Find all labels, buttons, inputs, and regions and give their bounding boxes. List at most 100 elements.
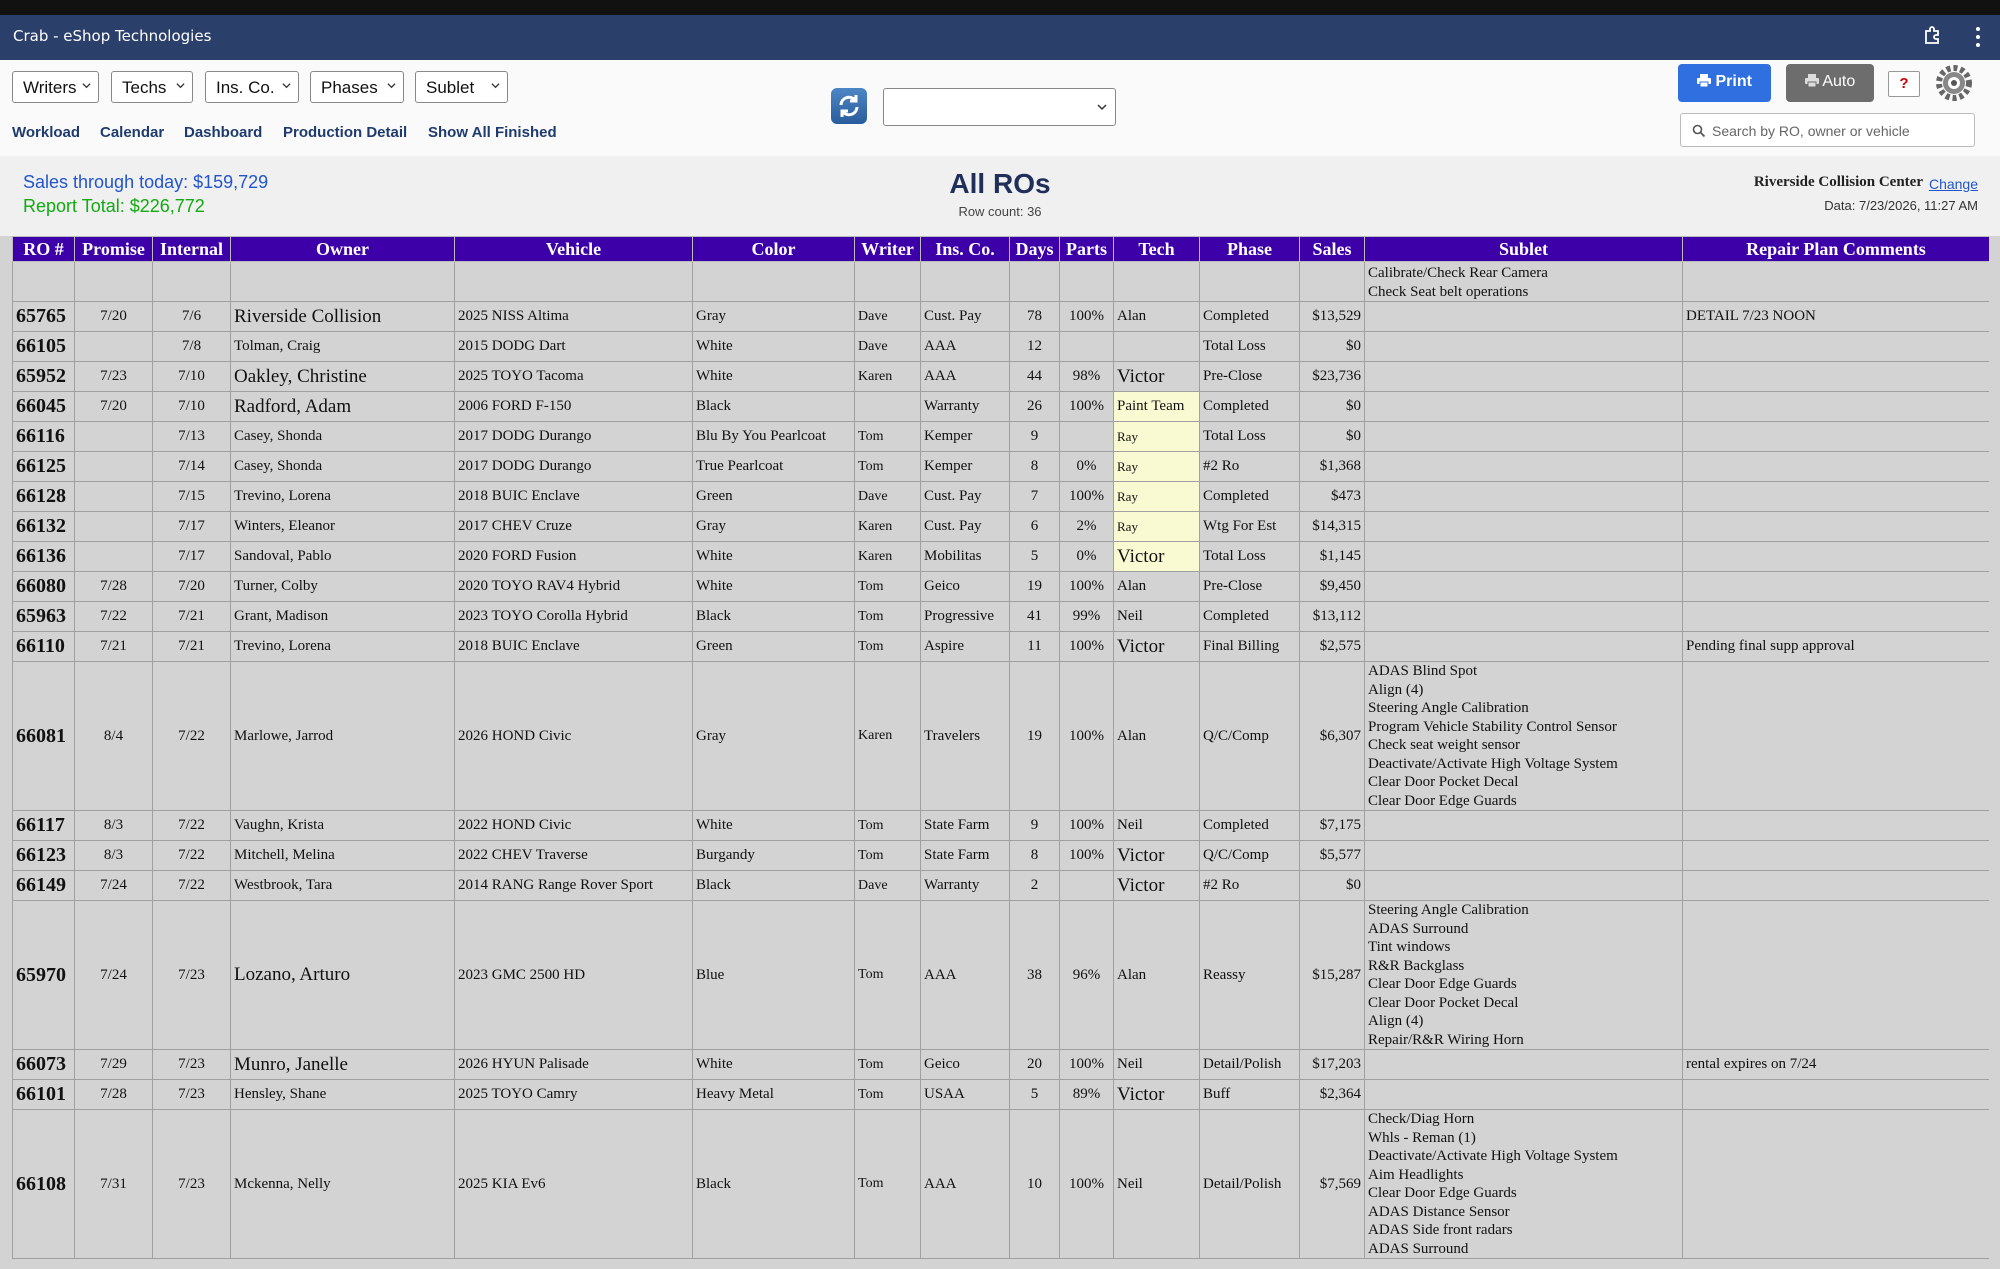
column-header[interactable]: Owner: [230, 236, 455, 262]
table-row[interactable]: 66136 7/17 Sandoval, Pablo 2020 FORD Fusion…: [12, 541, 1989, 572]
table-row[interactable]: 66132 7/17 Winters, Eleanor 2017 CHEV Cruze…: [12, 511, 1989, 542]
table-row[interactable]: 66128 7/15 Trevino, Lorena 2018 BUIC Enclav…: [12, 481, 1989, 512]
column-header[interactable]: RO #: [12, 236, 75, 262]
column-header[interactable]: Ins. Co.: [920, 236, 1010, 262]
nav-show-all-finished[interactable]: Show All Finished: [428, 124, 557, 141]
table-row[interactable]: 65952 7/23 7/10 Oakley, Christine 2025 TOYO …: [12, 361, 1989, 392]
ins-co-filter[interactable]: Ins. Co.: [205, 71, 299, 103]
cell-phase: Wtg For Est: [1199, 511, 1300, 542]
table-row[interactable]: 66101 7/28 7/23 Hensley, Shane 2025 TOYO Cam…: [12, 1079, 1989, 1110]
cell-comments: [1682, 601, 1989, 632]
cell-color: Black: [692, 601, 855, 632]
table-row[interactable]: 66123 8/3 7/22 Mitchell, Melina 2022 CHEV Tr…: [12, 840, 1989, 871]
cell-writer: Dave: [854, 301, 921, 332]
cell-tech: Victor: [1113, 1079, 1200, 1110]
table-row[interactable]: 66149 7/24 7/22 Westbrook, Tara 2014 RANG Ra…: [12, 870, 1989, 901]
table-row[interactable]: 66110 7/21 7/21 Trevino, Lorena 2018 BUIC En…: [12, 631, 1989, 662]
column-header[interactable]: Parts: [1059, 236, 1114, 262]
column-header[interactable]: Writer: [854, 236, 921, 262]
column-header[interactable]: Tech: [1113, 236, 1200, 262]
nav-production-detail[interactable]: Production Detail: [283, 124, 407, 141]
table-row[interactable]: 66125 7/14 Casey, Shonda 2017 DODG Durango T…: [12, 451, 1989, 482]
cell-phase: Reassy: [1199, 900, 1300, 1050]
cell-ins-co: Travelers: [920, 661, 1010, 811]
cell-parts: 96%: [1059, 900, 1114, 1050]
writers-filter[interactable]: Writers: [12, 71, 99, 103]
ro-table-container[interactable]: RO # Promise Internal Owner Vehicle Color Writ…: [12, 236, 1989, 1269]
cell-phase: Completed: [1199, 481, 1300, 512]
table-row-partial[interactable]: Calibrate/Check Rear Camera Check Seat be…: [12, 261, 1989, 302]
table-row[interactable]: 65963 7/22 7/21 Grant, Madison 2023 TOYO Cor…: [12, 601, 1989, 632]
table-row[interactable]: 66045 7/20 7/10 Radford, Adam 2006 FORD F-15…: [12, 391, 1989, 422]
cell-vehicle: 2025 KIA Ev6: [454, 1109, 693, 1259]
extension-icon[interactable]: [1922, 26, 1942, 46]
cell-parts: 100%: [1059, 840, 1114, 871]
table-row[interactable]: 66080 7/28 7/20 Turner, Colby 2020 TOYO RAV4…: [12, 571, 1989, 602]
cell-owner: Trevino, Lorena: [230, 631, 455, 662]
print-button[interactable]: Print: [1678, 64, 1771, 102]
phases-filter[interactable]: Phases: [310, 71, 404, 103]
table-row[interactable]: 66073 7/29 7/23 Munro, Janelle 2026 HYUN Pal…: [12, 1049, 1989, 1080]
change-shop-link[interactable]: Change: [1929, 176, 1978, 192]
cell-sales: $13,112: [1299, 601, 1365, 632]
table-row[interactable]: 66081 8/4 7/22 Marlowe, Jarrod 2026 HOND Civ…: [12, 661, 1989, 811]
cell-parts: 100%: [1059, 481, 1114, 512]
cell-empty: [230, 261, 455, 302]
column-header[interactable]: Days: [1009, 236, 1060, 262]
column-header[interactable]: Color: [692, 236, 855, 262]
cell-parts: 0%: [1059, 541, 1114, 572]
refresh-icon: [839, 95, 859, 117]
cell-writer: Tom: [854, 631, 921, 662]
cell-parts: 99%: [1059, 601, 1114, 632]
column-header[interactable]: Vehicle: [454, 236, 693, 262]
cell-days: 2: [1009, 870, 1060, 901]
settings-gear-icon[interactable]: [1934, 63, 1974, 103]
cell-sublet: Check/Diag Horn Whls - Reman (1) Deactivat…: [1364, 1109, 1683, 1259]
column-header[interactable]: Sublet: [1364, 236, 1683, 262]
cell-ins-co: AAA: [920, 900, 1010, 1050]
cell-owner: Munro, Janelle: [230, 1049, 455, 1080]
cell-owner: Radford, Adam: [230, 391, 455, 422]
table-row[interactable]: 65765 7/20 7/6 Riverside Collision 2025 NISS…: [12, 301, 1989, 332]
cell-empty: [1199, 261, 1300, 302]
techs-filter[interactable]: Techs: [111, 71, 193, 103]
refresh-button[interactable]: [831, 88, 867, 124]
cell-writer: Karen: [854, 361, 921, 392]
cell-promise: 8/3: [74, 840, 153, 871]
cell-sublet: [1364, 421, 1683, 452]
cell-tech: Victor: [1113, 631, 1200, 662]
column-header[interactable]: Promise: [74, 236, 153, 262]
table-row[interactable]: 66117 8/3 7/22 Vaughn, Krista 2022 HOND Civi…: [12, 810, 1989, 841]
column-header[interactable]: Sales: [1299, 236, 1365, 262]
auto-button[interactable]: Auto: [1786, 64, 1874, 102]
sublet-filter[interactable]: Sublet: [415, 71, 508, 103]
cell-vehicle: 2018 BUIC Enclave: [454, 481, 693, 512]
view-select[interactable]: [883, 88, 1116, 126]
table-row[interactable]: 66108 7/31 7/23 Mckenna, Nelly 2025 KIA Ev6 B…: [12, 1109, 1989, 1259]
cell-days: 38: [1009, 900, 1060, 1050]
cell-internal: 7/22: [152, 810, 231, 841]
top-black-bar: [0, 0, 2000, 15]
techs-filter-label: Techs: [122, 78, 167, 97]
cell-sales: $473: [1299, 481, 1365, 512]
cell-sales: $7,175: [1299, 810, 1365, 841]
cell-days: 8: [1009, 451, 1060, 482]
table-row[interactable]: 66105 7/8 Tolman, Craig 2015 DODG Dart White…: [12, 331, 1989, 362]
cell-internal: 7/22: [152, 840, 231, 871]
nav-dashboard[interactable]: Dashboard: [184, 124, 262, 141]
nav-workload[interactable]: Workload: [12, 124, 80, 141]
help-button[interactable]: ?: [1888, 71, 1920, 97]
ins-co-filter-label: Ins. Co.: [216, 78, 275, 97]
column-header[interactable]: Phase: [1199, 236, 1300, 262]
column-header[interactable]: Internal: [152, 236, 231, 262]
search-input[interactable]: Search by RO, owner or vehicle: [1680, 113, 1975, 147]
cell-promise: [74, 541, 153, 572]
cell-color: Gray: [692, 301, 855, 332]
kebab-menu-icon[interactable]: [1974, 26, 1982, 48]
table-row[interactable]: 65970 7/24 7/23 Lozano, Arturo 2023 GMC 2500…: [12, 900, 1989, 1050]
table-row[interactable]: 66116 7/13 Casey, Shonda 2017 DODG Durango B…: [12, 421, 1989, 452]
nav-calendar[interactable]: Calendar: [100, 124, 164, 141]
cell-sublet: [1364, 361, 1683, 392]
cell-ins-co: Progressive: [920, 601, 1010, 632]
column-header[interactable]: Repair Plan Comments: [1682, 236, 1989, 262]
